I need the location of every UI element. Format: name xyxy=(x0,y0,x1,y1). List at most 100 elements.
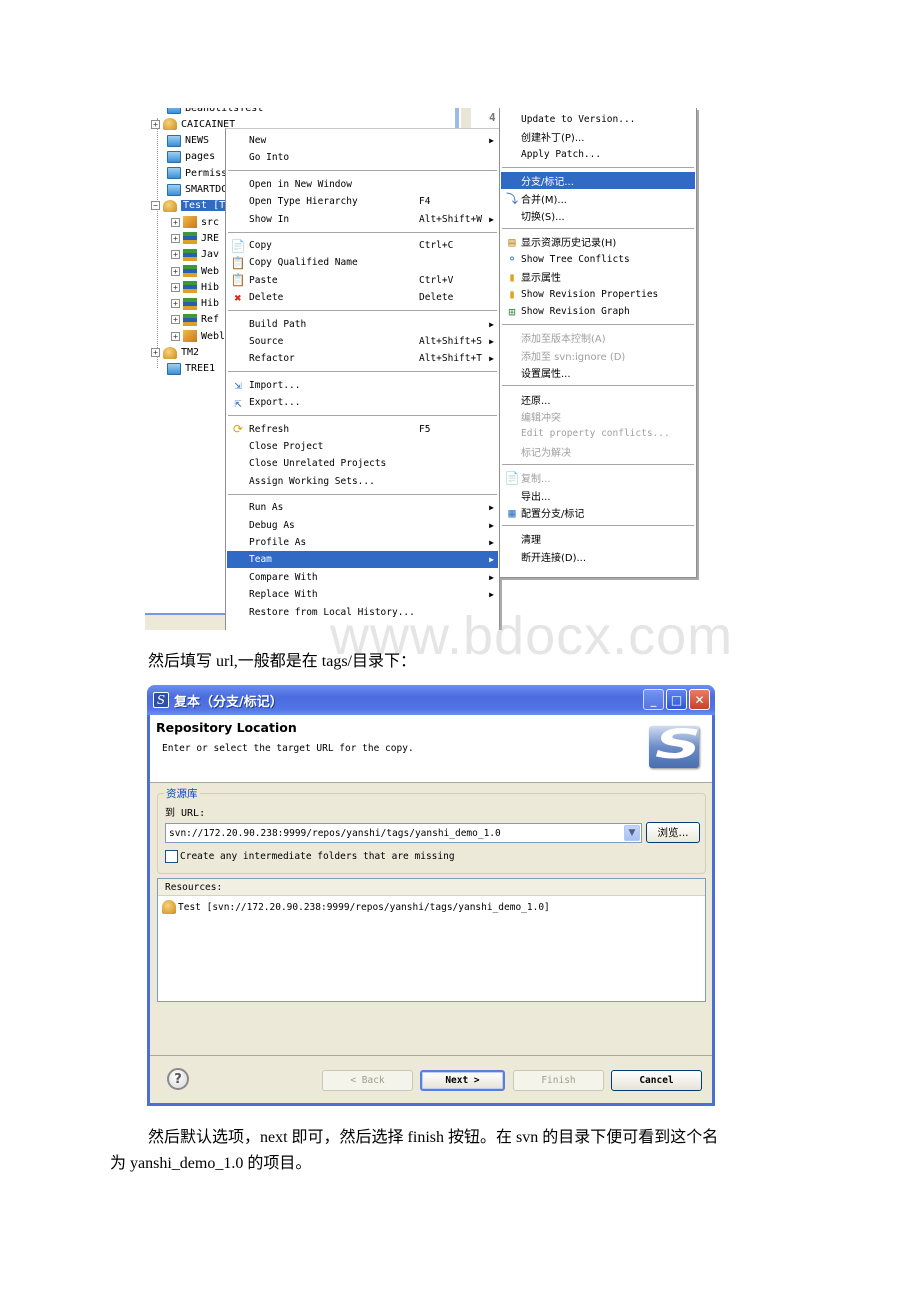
expand-icon[interactable]: + xyxy=(171,282,180,292)
url-input[interactable]: svn://172.20.90.238:9999/repos/yanshi/ta… xyxy=(166,828,501,839)
menu-item-还原[interactable]: 还原... xyxy=(501,391,695,408)
menu-item-导出[interactable]: 导出... xyxy=(501,487,695,504)
menu-item-切换-s[interactable]: 切换(S)... xyxy=(501,207,695,224)
menu-item-debug-as[interactable]: Debug As ▶ xyxy=(227,517,498,534)
expand-icon[interactable]: + xyxy=(151,348,160,357)
wizard-page-title: Repository Location xyxy=(156,720,297,735)
tree-item[interactable]: NEWS xyxy=(167,133,209,149)
menu-item-show-revision-properties[interactable]: ▮ Show Revision Properties xyxy=(501,286,695,303)
menu-item-update-to-version[interactable]: Update to Version... xyxy=(501,111,695,128)
tree-item[interactable]: + JRE xyxy=(171,230,219,246)
back-button[interactable]: < Back xyxy=(322,1070,413,1091)
menu-item-分支-标记[interactable]: 分支/标记... xyxy=(501,172,695,190)
menu-item-show-revision-graph[interactable]: ⊞ Show Revision Graph xyxy=(501,303,695,320)
menu-item-断开连接-d[interactable]: 断开连接(D)... xyxy=(501,548,695,565)
tree-guide-lines xyxy=(157,118,158,368)
menu-item-refactor[interactable]: Refactor Alt+Shift+T ▶ xyxy=(227,350,498,367)
tree-item[interactable]: − Test [T xyxy=(151,198,228,214)
tree-item[interactable]: + Hib xyxy=(171,279,219,295)
expand-icon[interactable]: + xyxy=(171,331,180,341)
expand-icon[interactable]: + xyxy=(171,315,180,325)
tree-item[interactable]: + Webl xyxy=(171,328,225,344)
menu-item-open-type-hierarchy[interactable]: Open Type Hierarchy F4 xyxy=(227,193,498,210)
finish-button[interactable]: Finish xyxy=(513,1070,604,1091)
menu-item-restore-from-local-history[interactable]: Restore from Local History... xyxy=(227,604,498,621)
menu-item-标记为解决[interactable]: 标记为解决 xyxy=(501,443,695,460)
cancel-button[interactable]: Cancel xyxy=(611,1070,702,1091)
tree-item[interactable]: BeanUtilsTest xyxy=(167,108,263,116)
tree-item[interactable]: + Hib xyxy=(171,296,219,312)
tree-item[interactable]: + Web xyxy=(171,263,219,279)
menu-item-显示资源历史记录-h[interactable]: ▤ 显示资源历史记录(H) xyxy=(501,233,695,250)
menu-item-assign-working-sets[interactable]: Assign Working Sets... xyxy=(227,473,498,490)
menu-item-export[interactable]: ⇱ Export... xyxy=(227,394,498,411)
menu-separator xyxy=(228,371,497,374)
menu-item-go-into[interactable]: Go Into xyxy=(227,149,498,166)
tree-item[interactable]: + src xyxy=(171,214,219,230)
minimize-button[interactable]: _ xyxy=(643,689,664,710)
list-item[interactable]: Test [svn://172.20.90.238:9999/repos/yan… xyxy=(162,900,550,914)
dialog-titlebar[interactable]: S 复本（分支/标记） _ □ ✕ xyxy=(147,685,715,715)
menu-item-replace-with[interactable]: Replace With ▶ xyxy=(227,586,498,603)
menu-item-close-unrelated-projects[interactable]: Close Unrelated Projects xyxy=(227,455,498,472)
next-button[interactable]: Next > xyxy=(420,1070,505,1091)
folder-icon xyxy=(167,150,181,163)
chevron-down-icon[interactable]: ▼ xyxy=(624,825,640,841)
collapse-icon[interactable]: − xyxy=(151,201,160,211)
tree-item[interactable]: TREE1 xyxy=(167,361,215,377)
menu-item-close-project[interactable]: Close Project xyxy=(227,438,498,455)
help-icon[interactable]: ? xyxy=(167,1068,189,1090)
menu-item-合并-m[interactable]: ⤵ 合并(M)... xyxy=(501,190,695,207)
menu-item-配置分支-标记[interactable]: ▦ 配置分支/标记 xyxy=(501,504,695,521)
expand-icon[interactable]: + xyxy=(171,266,180,276)
menu-item-创建补丁-p[interactable]: 创建补丁(P)... xyxy=(501,128,695,145)
tree-item[interactable]: pages xyxy=(167,149,215,165)
tree-item[interactable]: + Jav xyxy=(171,247,219,263)
menu-item-compare-with[interactable]: Compare With ▶ xyxy=(227,569,498,586)
menu-item-edit-property-conflicts[interactable]: Edit property conflicts... xyxy=(501,425,695,442)
menu-item-source[interactable]: Source Alt+Shift+S ▶ xyxy=(227,333,498,350)
menu-item-apply-patch[interactable]: Apply Patch... xyxy=(501,146,695,163)
maximize-button[interactable]: □ xyxy=(666,689,687,710)
tree-item[interactable]: + TM2 xyxy=(151,345,199,361)
menu-item-添加至-svn-ignore-d[interactable]: 添加至 svn:ignore (D) xyxy=(501,347,695,364)
menu-item-显示属性[interactable]: ▮ 显示属性 xyxy=(501,268,695,285)
menu-item-team[interactable]: Team ▶ xyxy=(227,551,498,569)
menu-item-copy-qualified-name[interactable]: 📋 Copy Qualified Name xyxy=(227,254,498,271)
url-combobox[interactable]: svn://172.20.90.238:9999/repos/yanshi/ta… xyxy=(165,823,642,843)
close-button[interactable]: ✕ xyxy=(689,689,710,710)
menu-item-paste[interactable]: 📋 Paste Ctrl+V xyxy=(227,272,498,289)
create-folders-checkbox[interactable] xyxy=(165,850,178,863)
menu-item-build-path[interactable]: Build Path ▶ xyxy=(227,316,498,333)
menu-item-设置属性[interactable]: 设置属性... xyxy=(501,364,695,381)
expand-icon[interactable]: + xyxy=(171,233,180,243)
menu-item-new[interactable]: New ▶ xyxy=(227,132,498,149)
tree-item[interactable]: + CAICAINET xyxy=(151,116,235,132)
menu-item-shortcut: Alt+Shift+S xyxy=(419,336,482,347)
tree-item[interactable]: SMARTDC xyxy=(167,182,227,198)
menu-separator xyxy=(228,170,497,173)
menu-item-编辑冲突[interactable]: 编辑冲突 xyxy=(501,408,695,425)
menu-item-refresh[interactable]: ⟳ Refresh F5 xyxy=(227,421,498,438)
menu-item-show-tree-conflicts[interactable]: ⚬ Show Tree Conflicts xyxy=(501,251,695,268)
menu-item-open-in-new-window[interactable]: Open in New Window xyxy=(227,176,498,193)
menu-item-run-as[interactable]: Run As ▶ xyxy=(227,499,498,516)
tree-item[interactable]: Permiss xyxy=(167,165,227,181)
menu-item-复制[interactable]: 📄 复制... xyxy=(501,469,695,486)
browse-button[interactable]: 浏览... xyxy=(646,822,700,843)
expand-icon[interactable]: + xyxy=(171,299,180,309)
expand-icon[interactable]: + xyxy=(151,119,160,129)
menu-item-show-in[interactable]: Show In Alt+Shift+W ▶ xyxy=(227,211,498,228)
menu-item-label: 复制... xyxy=(521,474,551,486)
menu-item-import[interactable]: ⇲ Import... xyxy=(227,377,498,394)
tree-item[interactable]: + Ref xyxy=(171,312,219,328)
menu-item-profile-as[interactable]: Profile As ▶ xyxy=(227,534,498,551)
menu-item-copy[interactable]: 📄 Copy Ctrl+C xyxy=(227,237,498,254)
tree-item-label: JRE xyxy=(201,232,220,244)
expand-icon[interactable]: + xyxy=(171,250,180,260)
menu-item-添加至版本控制-a[interactable]: 添加至版本控制(A) xyxy=(501,329,695,346)
menu-item-delete[interactable]: ✖ Delete Delete xyxy=(227,289,498,306)
menu-item-清理[interactable]: 清理 xyxy=(501,530,695,547)
create-folders-option[interactable]: Create any intermediate folders that are… xyxy=(165,850,455,863)
expand-icon[interactable]: + xyxy=(171,217,180,227)
